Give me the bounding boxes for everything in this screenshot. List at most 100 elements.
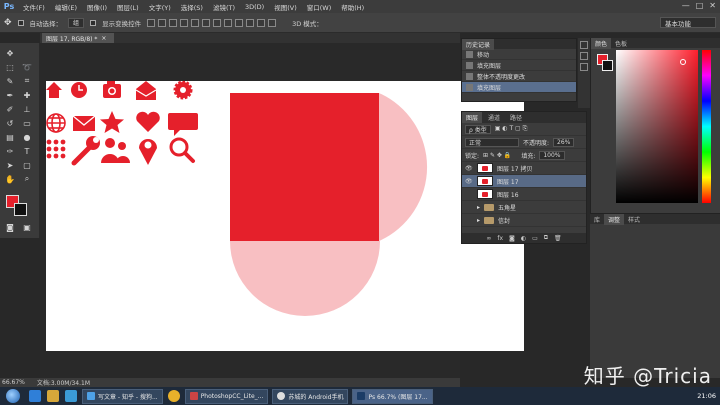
layer-group-row[interactable]: ▸ 五角星 bbox=[462, 201, 586, 214]
shape-tool-icon[interactable]: ▢ bbox=[20, 159, 34, 171]
ie-icon[interactable] bbox=[29, 390, 41, 402]
align-center-icon[interactable] bbox=[191, 18, 200, 27]
trash-icon[interactable]: 🗑 bbox=[554, 235, 562, 242]
eye-icon[interactable]: 👁 bbox=[465, 178, 473, 185]
adjust-icon[interactable]: ◐ bbox=[521, 235, 526, 242]
hue-slider[interactable] bbox=[702, 50, 711, 203]
distribute-left-icon[interactable] bbox=[246, 18, 255, 27]
crop-tool-icon[interactable]: ⌗ bbox=[20, 75, 34, 87]
layer-row[interactable]: 图层 16 bbox=[462, 188, 586, 201]
history-row[interactable]: 移动 bbox=[462, 49, 576, 60]
new-layer-icon[interactable]: ⧉ bbox=[544, 234, 548, 242]
zoom-level[interactable]: 66.67% bbox=[2, 379, 25, 386]
healing-tool-icon[interactable]: ✚ bbox=[20, 89, 34, 101]
marquee-tool-icon[interactable]: ⬚ bbox=[3, 61, 17, 73]
layer-filter-dropdown[interactable]: ρ 类型 bbox=[465, 124, 491, 134]
lock-icons[interactable]: ⊞ ✎ ✥ 🔒 bbox=[483, 152, 511, 159]
menu-filter[interactable]: 滤镜(T) bbox=[208, 2, 240, 12]
align-bottom-icon[interactable] bbox=[169, 18, 178, 27]
maximize-button[interactable]: □ bbox=[696, 1, 704, 10]
layer-group-row[interactable]: ▸ 信封 bbox=[462, 214, 586, 227]
tab-styles[interactable]: 样式 bbox=[624, 214, 644, 225]
document-canvas[interactable] bbox=[46, 81, 524, 351]
eye-icon[interactable]: 👁 bbox=[465, 165, 473, 172]
taskbar-item-photoshop[interactable]: Ps 66.7% (图层 17... bbox=[352, 388, 433, 404]
eyedropper-tool-icon[interactable]: ✒ bbox=[3, 89, 17, 101]
chrome-icon[interactable] bbox=[167, 390, 180, 402]
info-panel-icon[interactable] bbox=[580, 63, 588, 71]
link-icon[interactable]: ∞ bbox=[486, 235, 491, 242]
path-select-tool-icon[interactable]: ➤ bbox=[3, 159, 17, 171]
history-row[interactable]: 整体不透明度更改 bbox=[462, 71, 576, 82]
taskbar-item-android[interactable]: 苏城的 Android手机 bbox=[272, 388, 349, 404]
menu-view[interactable]: 视图(V) bbox=[269, 2, 302, 12]
gradient-tool-icon[interactable]: ▤ bbox=[3, 131, 17, 143]
menu-edit[interactable]: 编辑(E) bbox=[50, 2, 82, 12]
taskbar-item-zhihu[interactable]: 写文章 - 知乎 - 搜狗... bbox=[82, 388, 163, 404]
expand-arrow-icon[interactable]: ▸ bbox=[477, 204, 480, 211]
menu-layer[interactable]: 图层(L) bbox=[112, 2, 144, 12]
minimize-button[interactable]: — bbox=[682, 1, 690, 10]
screen-mode-icon[interactable]: ▣ bbox=[20, 221, 34, 233]
quick-select-tool-icon[interactable]: ✎ bbox=[3, 75, 17, 87]
lasso-tool-icon[interactable]: ➰ bbox=[20, 61, 34, 73]
color-panel-background-swatch[interactable] bbox=[602, 60, 613, 71]
brush-tool-icon[interactable]: ✐ bbox=[3, 103, 17, 115]
pen-tool-icon[interactable]: ✑ bbox=[3, 145, 17, 157]
expand-arrow-icon[interactable]: ▸ bbox=[477, 217, 480, 224]
fx-icon[interactable]: fx bbox=[497, 235, 503, 242]
explorer-icon[interactable] bbox=[47, 390, 59, 402]
close-button[interactable]: ✕ bbox=[709, 1, 716, 10]
tab-libraries[interactable]: 库 bbox=[590, 214, 604, 225]
align-right-icon[interactable] bbox=[202, 18, 211, 27]
tab-channels[interactable]: 通道 bbox=[484, 112, 504, 123]
blur-tool-icon[interactable]: ● bbox=[20, 131, 34, 143]
qq-icon[interactable] bbox=[65, 390, 77, 402]
tab-color[interactable]: 颜色 bbox=[591, 37, 612, 49]
document-tab-close-icon[interactable]: × bbox=[101, 35, 106, 42]
workspace-dropdown[interactable]: 基本功能 bbox=[660, 17, 716, 28]
eraser-tool-icon[interactable]: ▭ bbox=[20, 117, 34, 129]
mask-icon[interactable]: ◙ bbox=[509, 235, 515, 242]
layer-row[interactable]: 👁 图层 17 拷贝 bbox=[462, 162, 586, 175]
tab-history[interactable]: 历史记录 bbox=[462, 38, 495, 50]
background-color-swatch[interactable] bbox=[14, 203, 27, 216]
document-tab[interactable]: 图层 17, RGB/8) * × bbox=[42, 33, 115, 43]
menu-window[interactable]: 窗口(W) bbox=[302, 2, 337, 12]
history-panel-icon[interactable] bbox=[580, 41, 588, 49]
fill-input[interactable]: 100% bbox=[539, 150, 565, 160]
menu-help[interactable]: 帮助(H) bbox=[336, 2, 369, 12]
quick-mask-icon[interactable]: ◙ bbox=[3, 221, 17, 233]
type-tool-icon[interactable]: T bbox=[20, 145, 34, 157]
hand-tool-icon[interactable]: ✋ bbox=[3, 173, 17, 185]
align-middle-icon[interactable] bbox=[158, 18, 167, 27]
menu-select[interactable]: 选择(S) bbox=[176, 2, 208, 12]
zoom-tool-icon[interactable]: ⌕ bbox=[20, 173, 34, 185]
tab-swatches[interactable]: 色板 bbox=[611, 38, 631, 49]
stamp-tool-icon[interactable]: ⊥ bbox=[20, 103, 34, 115]
color-picker-cursor[interactable] bbox=[680, 59, 686, 65]
tab-paths[interactable]: 路径 bbox=[506, 112, 526, 123]
menu-3d[interactable]: 3D(D) bbox=[240, 3, 269, 11]
tab-layers[interactable]: 图层 bbox=[462, 112, 483, 123]
layer-row-active[interactable]: 👁 图层 17 bbox=[462, 175, 586, 188]
auto-select-checkbox[interactable] bbox=[17, 19, 24, 26]
tab-adjustments[interactable]: 调整 bbox=[604, 213, 625, 225]
taskbar-item-photoshop-lite[interactable]: PhotoshopCC_Lite_... bbox=[184, 388, 269, 404]
distribute-right-icon[interactable] bbox=[268, 18, 277, 27]
color-picker-field[interactable] bbox=[616, 50, 698, 203]
menu-type[interactable]: 文字(Y) bbox=[144, 2, 176, 12]
distribute-center-icon[interactable] bbox=[257, 18, 266, 27]
start-button[interactable] bbox=[0, 387, 26, 405]
distribute-bottom-icon[interactable] bbox=[235, 18, 244, 27]
filter-icons[interactable]: ▣ ◐ T ▢ ⎘ bbox=[495, 125, 528, 133]
history-brush-tool-icon[interactable]: ↺ bbox=[3, 117, 17, 129]
show-transform-checkbox[interactable] bbox=[90, 19, 97, 26]
blend-mode-dropdown[interactable]: 正常 bbox=[465, 137, 519, 147]
menu-file[interactable]: 文件(F) bbox=[18, 2, 50, 12]
menu-image[interactable]: 图像(I) bbox=[82, 2, 112, 12]
opacity-input[interactable]: 26% bbox=[553, 137, 575, 147]
move-tool-icon[interactable]: ✥ bbox=[3, 47, 17, 59]
distribute-middle-icon[interactable] bbox=[224, 18, 233, 27]
align-top-icon[interactable] bbox=[147, 18, 156, 27]
